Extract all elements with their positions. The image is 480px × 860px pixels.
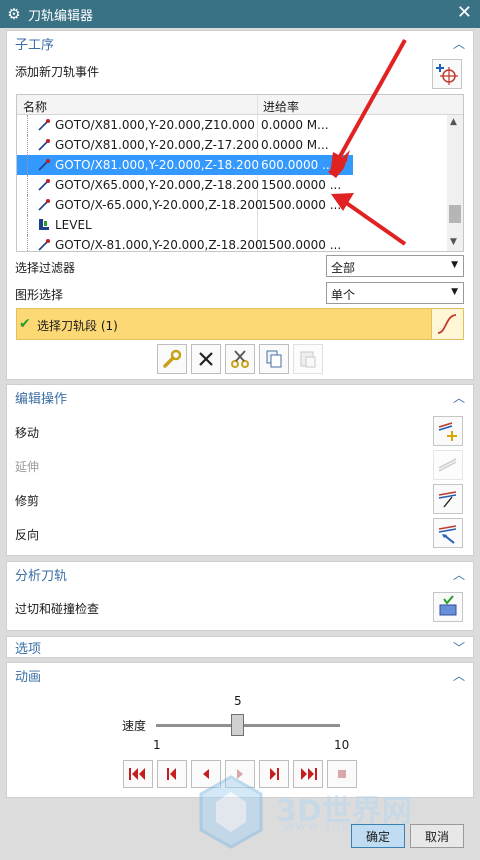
speed-slider-thumb[interactable] — [230, 714, 244, 736]
chevron-up-icon[interactable]: ︿ — [453, 566, 465, 583]
reverse-label: 反向 — [15, 528, 40, 542]
edit-operations-title: 编辑操作 — [15, 391, 68, 407]
fast-forward-to-end-button[interactable] — [293, 760, 323, 788]
play-forward-button[interactable] — [225, 760, 255, 788]
chevron-down-icon: ▼ — [451, 260, 458, 270]
speed-min: 1 — [153, 738, 161, 752]
step-forward-to-event-button[interactable] — [259, 760, 289, 788]
copy-button[interactable] — [259, 344, 289, 374]
analysis-header[interactable]: 分析刀轨 ︿ — [7, 562, 473, 586]
step-back-to-event-button[interactable] — [157, 760, 187, 788]
curve-icon — [437, 314, 457, 334]
move-button[interactable] — [433, 416, 463, 446]
trim-icon — [438, 491, 457, 508]
fast-forward-icon — [301, 768, 317, 780]
curve-select-button[interactable] — [431, 309, 463, 339]
edit-button[interactable] — [157, 344, 187, 374]
stop-icon — [338, 770, 346, 778]
analysis-panel: 分析刀轨 ︿ — [6, 561, 474, 631]
move-label: 移动 — [15, 426, 40, 440]
step-back-button[interactable] — [191, 760, 221, 788]
speed-slider-track[interactable] — [156, 724, 340, 727]
cut-button[interactable] — [225, 344, 255, 374]
rewind-to-start-button[interactable] — [123, 760, 153, 788]
chevron-up-icon[interactable]: ︿ — [453, 667, 465, 684]
chevron-up-icon[interactable]: ︿ — [453, 389, 465, 406]
animation-title: 动画 — [15, 669, 42, 685]
extend-button[interactable] — [433, 450, 463, 480]
edit-operations-panel: 编辑操作 ︿ — [6, 384, 474, 556]
delete-x-icon — [199, 352, 213, 366]
wrench-icon — [163, 349, 182, 368]
animation-header[interactable]: 动画 ︿ — [7, 663, 473, 687]
speed-max: 10 — [334, 738, 350, 752]
scissors-icon — [231, 350, 249, 368]
paste-icon — [300, 351, 316, 368]
gouge-check-label: 过切和碰撞检查 — [15, 602, 100, 616]
play-forward-icon — [237, 769, 243, 779]
paste-button[interactable] — [293, 344, 323, 374]
select-toolpath-segment[interactable]: ✔ 选择刀轨段 (1) — [16, 308, 464, 340]
chevron-down-icon[interactable]: ﹀ — [453, 639, 465, 656]
graphic-select-label: 图形选择 — [15, 288, 64, 302]
options-title: 选项 — [15, 641, 42, 657]
step-forward-icon — [270, 768, 279, 780]
speed-label: 速度 — [122, 719, 147, 733]
analysis-title: 分析刀轨 — [15, 568, 68, 584]
reverse-icon — [438, 525, 457, 544]
delete-button[interactable] — [191, 344, 221, 374]
select-toolpath-segment-label: 选择刀轨段 (1) — [37, 319, 118, 333]
ok-button[interactable]: 确定 — [351, 824, 405, 848]
extend-label: 延伸 — [15, 460, 40, 474]
edit-operations-header[interactable]: 编辑操作 ︿ — [7, 385, 473, 409]
checkmark-icon: ✔ — [19, 316, 31, 332]
options-panel: 选项 ﹀ — [6, 636, 474, 658]
speed-value: 5 — [234, 694, 242, 708]
trim-button[interactable] — [433, 484, 463, 514]
trim-label: 修剪 — [15, 494, 40, 508]
rewind-to-start-icon — [129, 768, 145, 780]
collision-check-icon — [439, 595, 457, 616]
select-filter-dropdown[interactable]: 全部 ▼ — [326, 255, 464, 277]
move-icon — [438, 422, 457, 441]
graphic-select-value: 单个 — [331, 288, 356, 302]
extend-icon — [438, 458, 457, 472]
select-filter-label: 选择过滤器 — [15, 261, 76, 275]
chevron-down-icon: ▼ — [451, 287, 458, 297]
play-backward-icon — [203, 769, 209, 779]
reverse-button[interactable] — [433, 518, 463, 548]
graphic-select-dropdown[interactable]: 单个 ▼ — [326, 282, 464, 304]
step-back-icon — [167, 768, 176, 780]
copy-icon — [266, 350, 282, 368]
options-header[interactable]: 选项 ﹀ — [7, 637, 473, 657]
select-filter-value: 全部 — [331, 261, 356, 275]
stop-button[interactable] — [327, 760, 357, 788]
cancel-button[interactable]: 取消 — [410, 824, 464, 848]
gouge-check-button[interactable] — [433, 592, 463, 622]
